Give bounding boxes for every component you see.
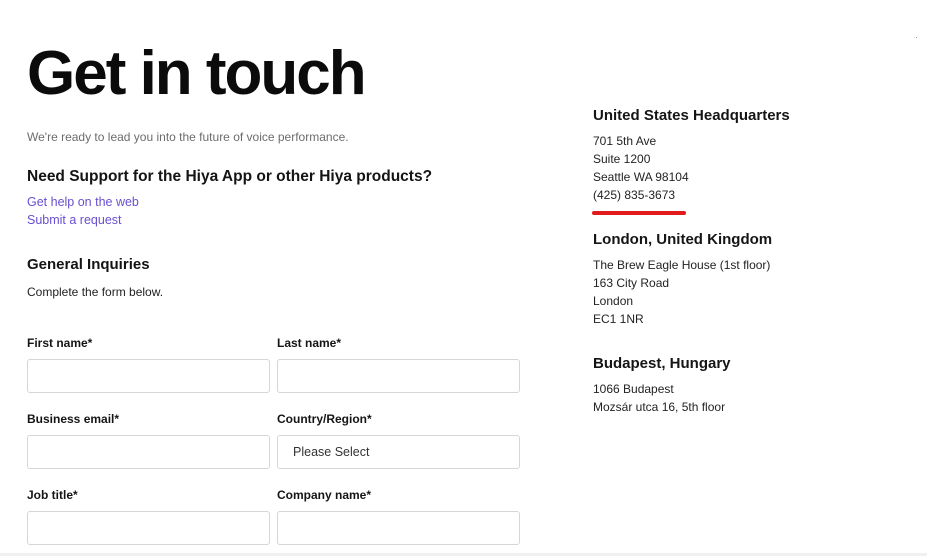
us-office-address-line: Seattle WA 98104 <box>593 170 689 184</box>
last-name-input[interactable] <box>277 359 520 393</box>
support-heading: Need Support for the Hiya App or other H… <box>27 168 433 185</box>
us-office-title: United States Headquarters <box>593 107 790 124</box>
corner-dot <box>916 37 917 38</box>
business-email-label: Business email* <box>27 412 120 426</box>
us-office-phone: (425) 835-3673 <box>593 188 676 202</box>
london-office-address-line: The Brew Eagle House (1st floor) <box>593 258 771 272</box>
us-office-address-line: 701 5th Ave <box>593 134 657 148</box>
phone-underline-mark <box>592 211 686 215</box>
budapest-office-address-line: 1066 Budapest <box>593 382 674 396</box>
last-name-label: Last name* <box>277 336 342 350</box>
get-help-web-link[interactable]: Get help on the web <box>27 195 139 209</box>
company-name-label: Company name* <box>277 488 372 502</box>
london-office-title: London, United Kingdom <box>593 231 773 248</box>
budapest-office-address-line: Mozsár utca 16, 5th floor <box>593 400 726 414</box>
general-inquiries-heading: General Inquiries <box>27 256 150 273</box>
business-email-input[interactable] <box>27 435 270 469</box>
country-region-select[interactable]: Please Select <box>277 435 520 469</box>
page-title: Get in touch <box>27 39 367 108</box>
general-inquiries-subtext: Complete the form below. <box>27 285 164 299</box>
submit-request-link[interactable]: Submit a request <box>27 213 122 227</box>
country-region-label: Country/Region* <box>277 412 372 426</box>
budapest-office-title: Budapest, Hungary <box>593 355 731 372</box>
job-title-label: Job title* <box>27 488 78 502</box>
london-office-address-line: 163 City Road <box>593 276 670 290</box>
country-region-selected-value: Please Select <box>293 445 370 459</box>
first-name-input[interactable] <box>27 359 270 393</box>
london-office-address-line: EC1 1NR <box>593 312 644 326</box>
intro-text: We're ready to lead you into the future … <box>27 130 349 144</box>
us-office-address-line: Suite 1200 <box>593 152 651 166</box>
company-name-input[interactable] <box>277 511 520 545</box>
first-name-label: First name* <box>27 336 93 350</box>
contact-page: Get in touch We're ready to lead you int… <box>0 0 927 556</box>
job-title-input[interactable] <box>27 511 270 545</box>
london-office-address-line: London <box>593 294 634 308</box>
